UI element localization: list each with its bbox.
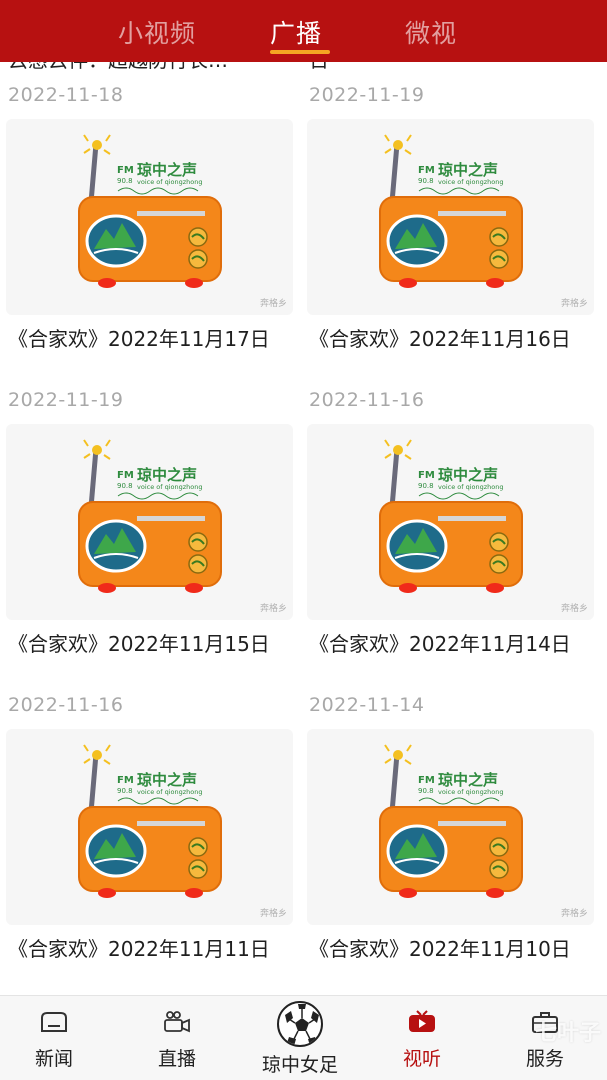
tv-icon <box>409 1010 435 1032</box>
partial-item-date: 2022-11-19 <box>309 84 425 106</box>
nav-women-football[interactable]: 琼中女足 <box>240 996 360 1080</box>
brand-tagline: voice of qiongzhong <box>438 178 504 186</box>
item-thumbnail[interactable]: FM 90.8 琼中之声 voice of qiongzhong 奔格乡 <box>307 119 594 315</box>
item-date: 2022-11-16 <box>8 694 124 716</box>
item-title[interactable]: 《合家欢》2022年11月10日 <box>309 936 596 963</box>
active-tab-indicator <box>270 50 330 54</box>
item-thumbnail[interactable]: FM 90.8 琼中之声 voice of qiongzhong 奔格乡 <box>6 729 293 925</box>
item-thumbnail[interactable]: FM 90.8 琼中之声 voice of qiongzhong 奔格乡 <box>307 729 594 925</box>
fm-frequency: 90.8 <box>117 177 133 185</box>
fm-frequency: 90.8 <box>117 787 133 795</box>
item-title[interactable]: 《合家欢》2022年11月16日 <box>309 326 596 353</box>
brand-tagline: voice of qiongzhong <box>137 483 203 491</box>
nav-audio-video[interactable]: 视听 <box>362 996 482 1080</box>
radio-logo-image: FM 90.8 琼中之声 voice of qiongzhong <box>379 134 523 288</box>
nav-label: 琼中女足 <box>261 1054 338 1076</box>
radio-logo-image: FM 90.8 琼中之声 voice of qiongzhong <box>78 744 222 898</box>
partial-item-date: 2022-11-18 <box>8 84 124 106</box>
brand-tagline: voice of qiongzhong <box>137 178 203 186</box>
brand-name: 琼中之声 <box>438 771 498 789</box>
fm-frequency: 90.8 <box>117 482 133 490</box>
broadcast-feed[interactable]: 云感云伴：超越防行长… 日 2022-11-18 2022-11-19 FM 9… <box>0 0 607 995</box>
brand-name: 琼中之声 <box>438 161 498 179</box>
nav-label: 新闻 <box>34 1048 73 1070</box>
brand-name: 琼中之声 <box>137 771 197 789</box>
brand-tagline: voice of qiongzhong <box>438 788 504 796</box>
item-thumbnail[interactable]: FM 90.8 琼中之声 voice of qiongzhong 奔格乡 <box>6 119 293 315</box>
soccer-ball-icon <box>277 1001 323 1047</box>
thumbnail-watermark: 奔格乡 <box>259 909 287 919</box>
thumbnail-watermark: 奔格乡 <box>560 604 588 614</box>
fm-label: FM <box>418 165 435 176</box>
item-thumbnail[interactable]: FM 90.8 琼中之声 voice of qiongzhong 奔格乡 <box>6 424 293 620</box>
fm-label: FM <box>117 165 134 176</box>
radio-logo-image: FM 90.8 琼中之声 voice of qiongzhong <box>379 744 523 898</box>
fm-label: FM <box>117 775 134 786</box>
thumbnail-watermark: 奔格乡 <box>259 299 287 309</box>
item-title[interactable]: 《合家欢》2022年11月15日 <box>8 631 295 658</box>
fm-frequency: 90.8 <box>418 482 434 490</box>
brand-name: 琼中之声 <box>137 161 197 179</box>
thumbnail-watermark: 奔格乡 <box>560 909 588 919</box>
item-title[interactable]: 《合家欢》2022年11月17日 <box>8 326 295 353</box>
fm-label: FM <box>418 775 435 786</box>
nav-label: 视听 <box>402 1048 441 1070</box>
brand-name: 琼中之声 <box>438 466 498 484</box>
item-date: 2022-11-14 <box>309 694 425 716</box>
radio-logo-image: FM 90.8 琼中之声 voice of qiongzhong <box>78 134 222 288</box>
fm-frequency: 90.8 <box>418 787 434 795</box>
nav-live[interactable]: 直播 <box>117 996 237 1080</box>
camera-icon <box>164 1011 190 1033</box>
item-date: 2022-11-16 <box>309 389 425 411</box>
thumbnail-watermark: 奔格乡 <box>560 299 588 309</box>
nav-news[interactable]: 新闻 <box>0 996 114 1080</box>
tab-micro-video[interactable]: 微视 <box>405 14 457 50</box>
fm-label: FM <box>117 470 134 481</box>
tab-broadcast[interactable]: 广播 <box>270 14 322 50</box>
item-title[interactable]: 《合家欢》2022年11月11日 <box>8 936 295 963</box>
brand-tagline: voice of qiongzhong <box>137 788 203 796</box>
tab-short-video[interactable]: 小视频 <box>118 14 196 50</box>
app-screen: 云感云伴：超越防行长… 日 2022-11-18 2022-11-19 FM 9… <box>0 0 607 1080</box>
bottom-navigation: 新闻 直播 琼中女足 视听 服务 <box>0 995 607 1080</box>
thumbnail-watermark: 奔格乡 <box>259 604 287 614</box>
overlay-watermark: 七叶子 <box>534 1021 601 1046</box>
top-tab-bar: 小视频 广播 微视 <box>0 0 607 62</box>
item-date: 2022-11-19 <box>8 389 124 411</box>
brand-name: 琼中之声 <box>137 466 197 484</box>
fm-label: FM <box>418 470 435 481</box>
radio-logo-image: FM 90.8 琼中之声 voice of qiongzhong <box>379 439 523 593</box>
fm-frequency: 90.8 <box>418 177 434 185</box>
item-title[interactable]: 《合家欢》2022年11月14日 <box>309 631 596 658</box>
radio-logo-image: FM 90.8 琼中之声 voice of qiongzhong <box>78 439 222 593</box>
news-icon <box>41 1012 67 1032</box>
brand-tagline: voice of qiongzhong <box>438 483 504 491</box>
nav-label: 服务 <box>525 1048 564 1070</box>
nav-label: 直播 <box>157 1048 196 1070</box>
item-thumbnail[interactable]: FM 90.8 琼中之声 voice of qiongzhong 奔格乡 <box>307 424 594 620</box>
